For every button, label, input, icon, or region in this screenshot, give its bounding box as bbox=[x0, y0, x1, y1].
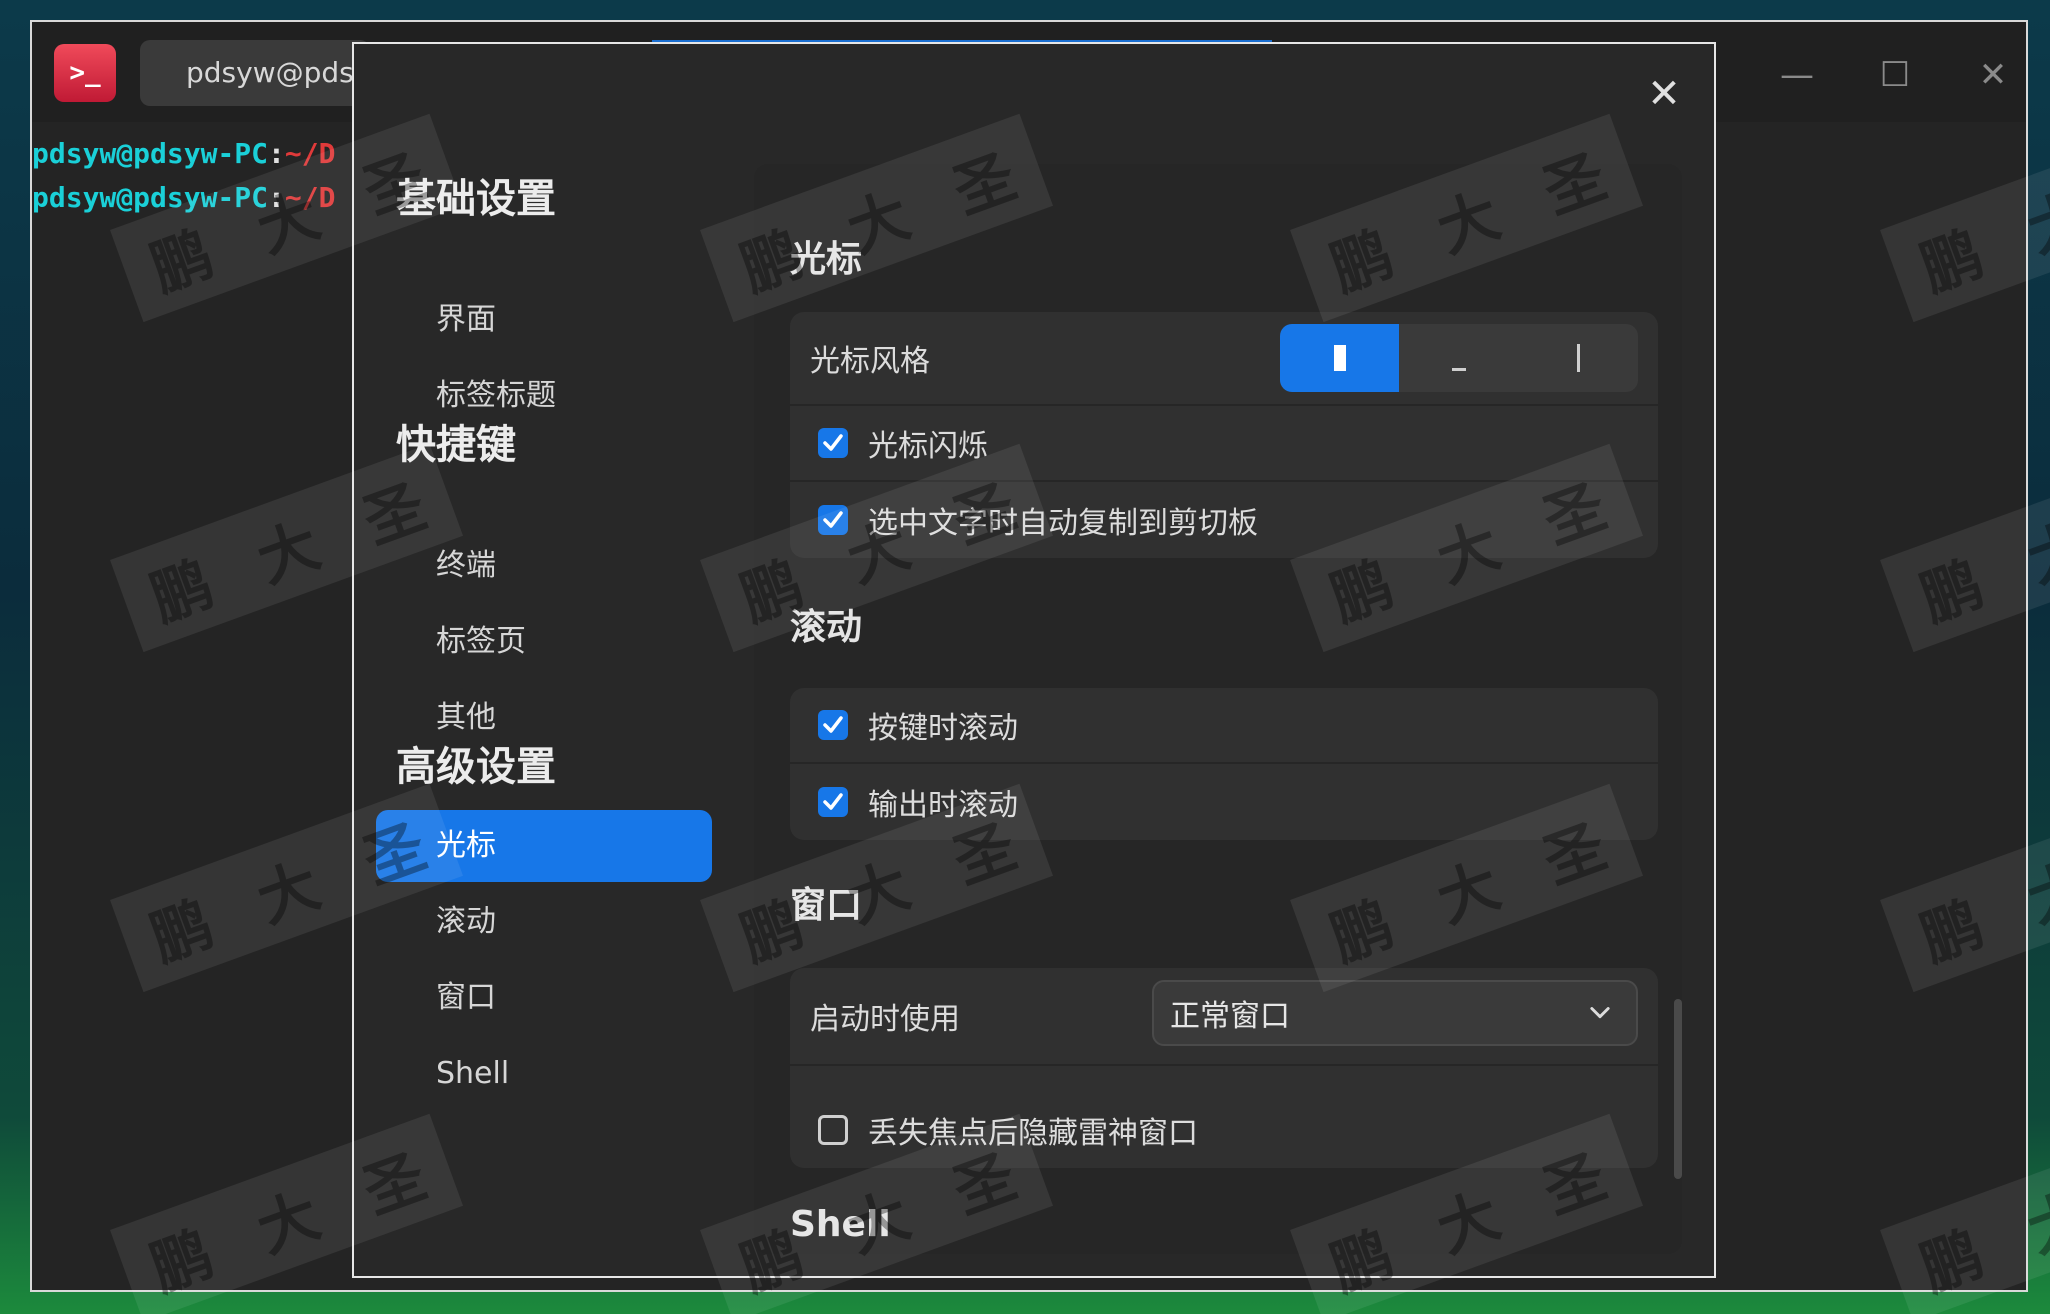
autocopy-label: 选中文字时自动复制到剪切板 bbox=[868, 506, 1258, 541]
underline-cursor-icon bbox=[1451, 367, 1466, 371]
terminal-output[interactable]: pdsyw@pdsyw-PC:~/D pdsyw@pdsyw-PC:~/D bbox=[32, 132, 335, 220]
terminal-line: pdsyw@pdsyw-PC:~/D bbox=[32, 132, 335, 176]
nav-item-cursor[interactable]: 光标 bbox=[376, 810, 712, 882]
nav-group-advanced[interactable]: 高级设置 bbox=[396, 734, 556, 792]
maximize-icon[interactable]: ☐ bbox=[1870, 50, 1920, 100]
nav-item-interface[interactable]: 界面 bbox=[376, 284, 712, 356]
ibeam-cursor-icon bbox=[1576, 344, 1580, 372]
nav-group-shortcuts[interactable]: 快捷键 bbox=[396, 412, 516, 470]
terminal-logo-icon: >_ bbox=[54, 44, 116, 102]
window-card: 启动时使用 正常窗口 丢失焦点后隐藏雷神窗口 bbox=[790, 968, 1658, 1168]
checkmark-icon bbox=[823, 793, 843, 810]
scroll-on-key-label: 按键时滚动 bbox=[868, 711, 1018, 746]
autocopy-checkbox[interactable] bbox=[818, 505, 848, 535]
nav-item-tabs[interactable]: 标签页 bbox=[376, 606, 712, 678]
cursor-blink-row[interactable]: 光标闪烁 bbox=[790, 406, 1658, 482]
prompt-path: ~/D bbox=[284, 181, 336, 214]
prompt-colon: : bbox=[268, 137, 285, 170]
startup-label: 启动时使用 bbox=[810, 1002, 960, 1037]
cursor-style-ibeam-button[interactable] bbox=[1519, 324, 1638, 392]
checkmark-icon bbox=[823, 716, 843, 733]
scroll-on-output-row[interactable]: 输出时滚动 bbox=[790, 764, 1658, 840]
startup-row: 启动时使用 正常窗口 bbox=[790, 968, 1658, 1066]
close-icon[interactable]: ✕ bbox=[1644, 74, 1684, 114]
section-title-shell: Shell bbox=[790, 1204, 891, 1245]
nav-item-terminal[interactable]: 终端 bbox=[376, 530, 712, 602]
row-spacer bbox=[790, 1066, 1658, 1092]
close-window-icon[interactable]: ✕ bbox=[1968, 50, 2018, 100]
terminal-line: pdsyw@pdsyw-PC:~/D bbox=[32, 176, 335, 220]
scroll-card: 按键时滚动 输出时滚动 bbox=[790, 688, 1658, 840]
startup-select[interactable]: 正常窗口 bbox=[1152, 980, 1638, 1046]
chevron-down-icon bbox=[1590, 1007, 1610, 1019]
prompt-user: pdsyw@pdsyw-PC bbox=[32, 137, 269, 170]
startup-select-value: 正常窗口 bbox=[1170, 999, 1290, 1034]
scroll-on-key-checkbox[interactable] bbox=[818, 710, 848, 740]
block-cursor-icon bbox=[1333, 345, 1346, 371]
settings-dialog: ✕ 基础设置 界面 标签标题 快捷键 终端 标签页 其他 高级设置 光标 滚动 … bbox=[352, 42, 1716, 1278]
section-title-scroll: 滚动 bbox=[790, 607, 863, 648]
scroll-on-output-checkbox[interactable] bbox=[818, 787, 848, 817]
nav-item-scroll[interactable]: 滚动 bbox=[376, 886, 712, 958]
checkmark-icon bbox=[823, 434, 843, 451]
terminal-tab[interactable]: pdsyw@pdsyw-PC: ~/Desktop bbox=[140, 40, 370, 106]
prompt-user: pdsyw@pdsyw-PC bbox=[32, 181, 269, 214]
cursor-card: 光标风格 光标闪烁 选中文字时自动复制到剪切板 bbox=[790, 312, 1658, 558]
cursor-style-label: 光标风格 bbox=[810, 344, 930, 379]
settings-nav: 基础设置 界面 标签标题 快捷键 终端 标签页 其他 高级设置 光标 滚动 窗口… bbox=[354, 44, 744, 1276]
nav-item-shell[interactable]: Shell bbox=[376, 1038, 712, 1110]
nav-item-window[interactable]: 窗口 bbox=[376, 962, 712, 1034]
hide-on-blur-label: 丢失焦点后隐藏雷神窗口 bbox=[868, 1116, 1198, 1151]
cursor-style-underline-button[interactable] bbox=[1399, 324, 1518, 392]
hide-on-blur-row[interactable]: 丢失焦点后隐藏雷神窗口 bbox=[790, 1092, 1658, 1168]
cursor-style-block-button[interactable] bbox=[1280, 324, 1400, 392]
cursor-style-row: 光标风格 bbox=[790, 312, 1658, 406]
cursor-blink-checkbox[interactable] bbox=[818, 428, 848, 458]
autocopy-row[interactable]: 选中文字时自动复制到剪切板 bbox=[790, 482, 1658, 558]
prompt-colon: : bbox=[268, 181, 285, 214]
content-scrollbar[interactable] bbox=[1674, 999, 1682, 1179]
checkmark-icon bbox=[823, 511, 843, 528]
cursor-style-segmented[interactable] bbox=[1280, 324, 1638, 392]
nav-group-basic[interactable]: 基础设置 bbox=[396, 166, 556, 224]
scroll-on-key-row[interactable]: 按键时滚动 bbox=[790, 688, 1658, 764]
hide-on-blur-checkbox[interactable] bbox=[818, 1115, 848, 1145]
scroll-on-output-label: 输出时滚动 bbox=[868, 788, 1018, 823]
settings-content[interactable]: 光标 光标风格 光标闪烁 选中文字时自动复制到剪切板 滚动 按键时滚动 输出时滚… bbox=[754, 164, 1682, 1254]
prompt-path: ~/D bbox=[284, 137, 336, 170]
section-title-window: 窗口 bbox=[790, 885, 863, 926]
section-title-cursor: 光标 bbox=[790, 239, 863, 280]
minimize-icon[interactable]: — bbox=[1772, 50, 1822, 100]
cursor-blink-label: 光标闪烁 bbox=[868, 429, 988, 464]
